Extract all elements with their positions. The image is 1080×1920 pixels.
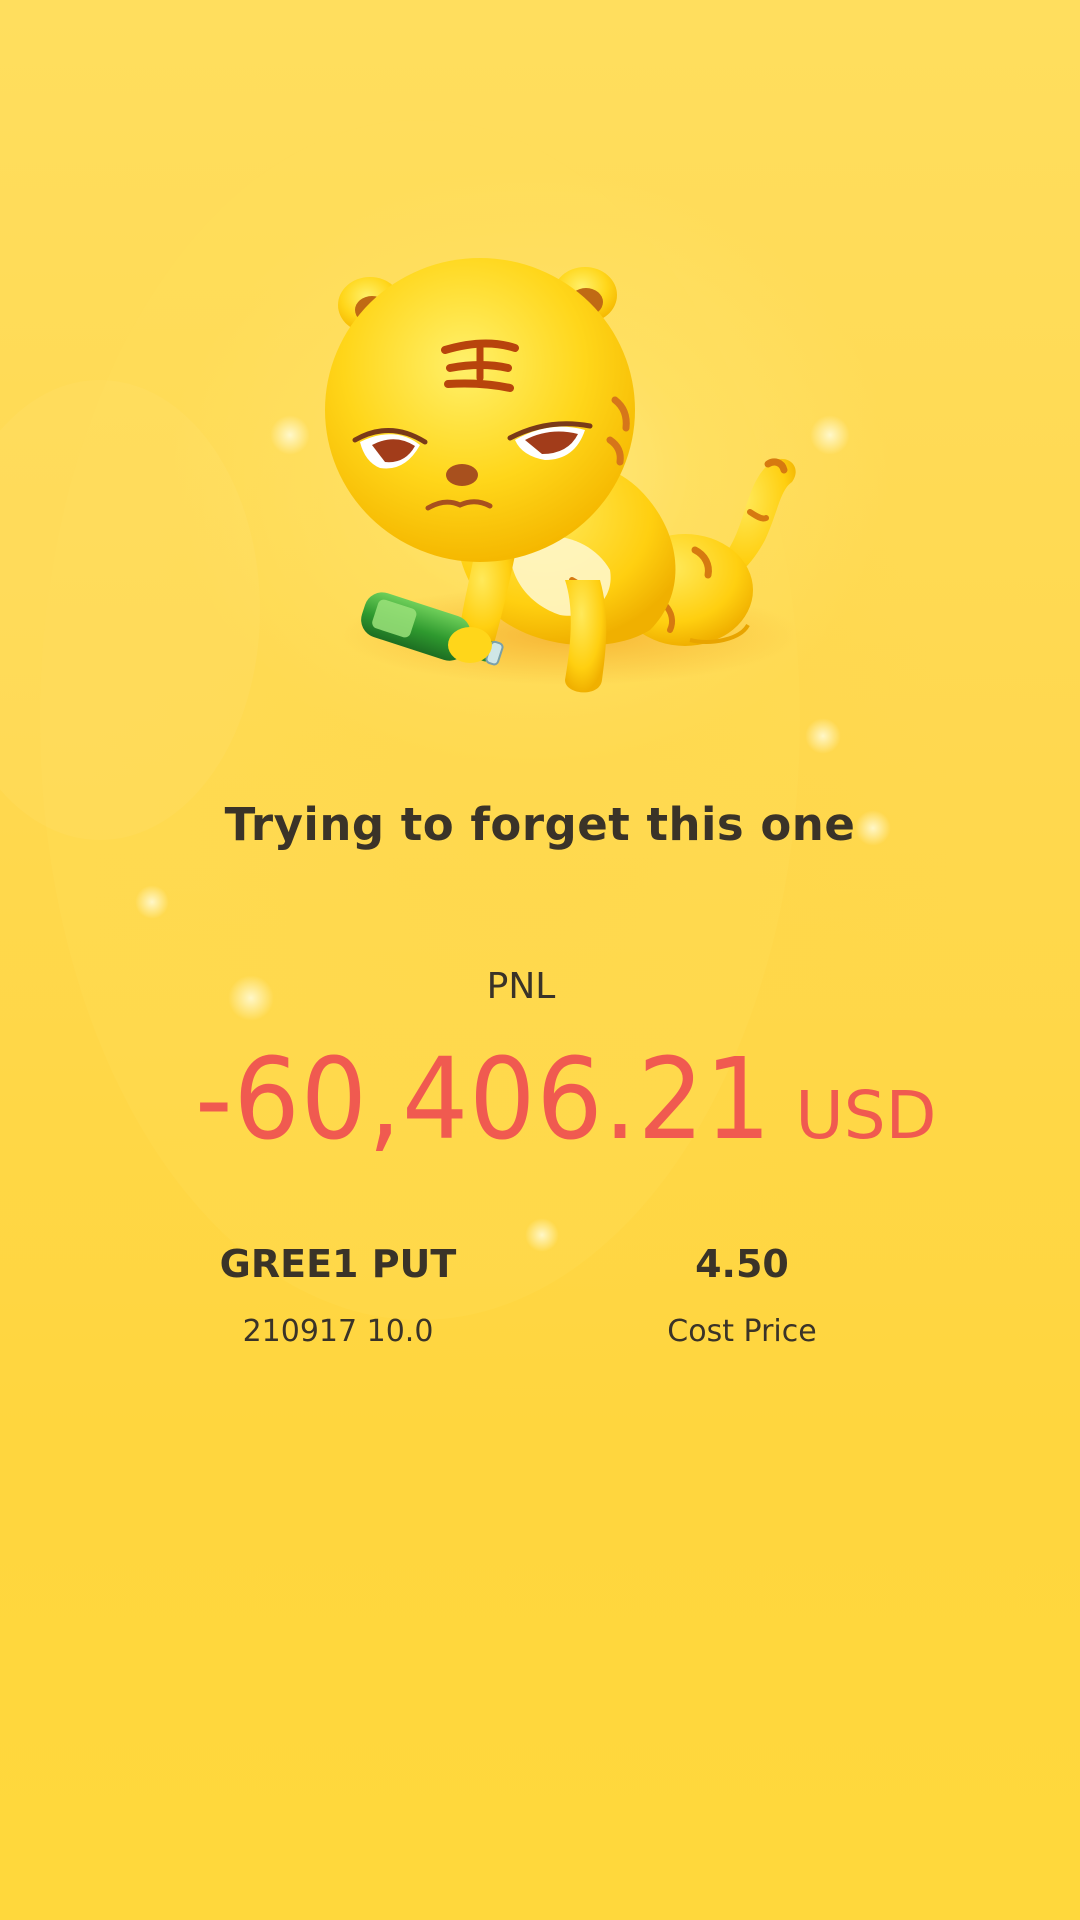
pnl-currency: USD: [795, 1077, 937, 1154]
sparkle: [810, 415, 850, 455]
cost-price-value: 4.50: [695, 1242, 789, 1286]
sparkle: [135, 885, 169, 919]
pnl-amount: -60,406.21 USD: [195, 1035, 955, 1165]
cost-price-label: Cost Price: [667, 1314, 817, 1349]
sparkle: [805, 718, 841, 754]
position-name: GREE1 PUT: [219, 1242, 457, 1286]
pnl-share-card: Trying to forget this one PNL -60,406.21…: [0, 0, 1080, 1920]
pnl-label: PNL: [486, 966, 556, 1007]
headline-text: Trying to forget this one: [224, 798, 856, 851]
sad-tiger-mascot-icon: [325, 258, 800, 693]
sparkle: [525, 1218, 559, 1252]
position-info: GREE1 PUT 210917 10.0: [188, 1242, 488, 1349]
position-contract: 210917 10.0: [242, 1314, 434, 1349]
sparkle: [270, 415, 310, 455]
pnl-value: -60,406.21: [195, 1035, 772, 1165]
cost-info: 4.50 Cost Price: [592, 1242, 892, 1349]
